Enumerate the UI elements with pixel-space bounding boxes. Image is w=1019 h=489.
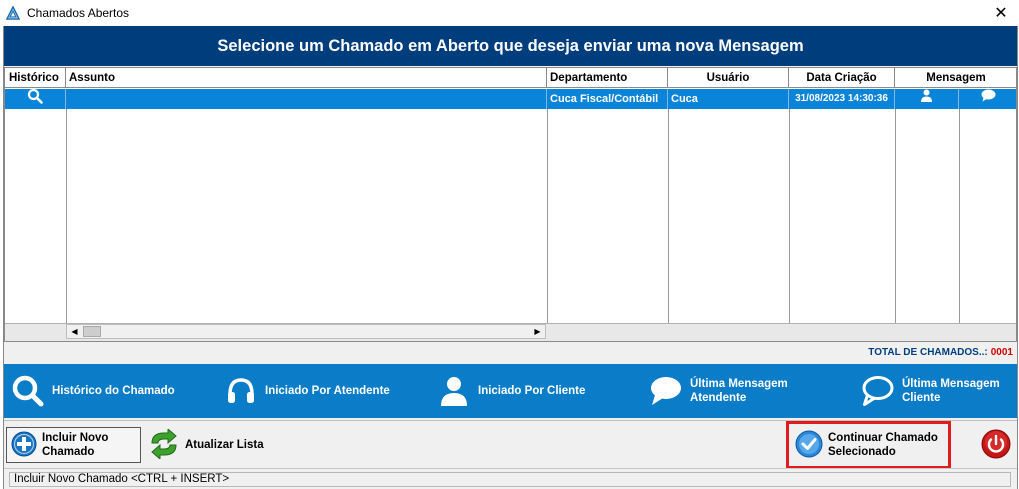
mensagem-cliente-cell (959, 89, 1016, 109)
column-header-departamento[interactable]: Departamento (547, 68, 668, 88)
column-divider (959, 109, 960, 323)
legend-item-ultima-cliente: Última Mensagem Cliente (860, 364, 1000, 418)
legend-label: Última Mensagem Atendente (690, 378, 788, 404)
legend-label: Iniciado Por Cliente (478, 385, 586, 397)
power-icon[interactable] (981, 429, 1011, 462)
legend-label: Histórico do Chamado (52, 385, 175, 397)
usuario-cell: Cuca (668, 89, 789, 109)
legend-item-atendente: Iniciado Por Atendente (223, 364, 390, 418)
refresh-list-button[interactable]: Atualizar Lista (146, 427, 276, 463)
total-tickets: TOTAL DE CHAMADOS..: 0001 (868, 347, 1013, 358)
scroll-left-icon[interactable]: ◀ (67, 325, 82, 338)
legend-item-historico: Histórico do Chamado (10, 364, 175, 418)
status-text: Incluir Novo Chamado <CTRL + INSERT> (9, 472, 1011, 487)
person-icon (436, 373, 472, 409)
legend-item-cliente: Iniciado Por Cliente (436, 364, 585, 418)
historico-cell[interactable] (5, 89, 66, 109)
scroll-right-icon[interactable]: ▶ (530, 325, 545, 338)
legend-label: Iniciado Por Atendente (265, 385, 390, 397)
icon-legend: Histórico do Chamado Iniciado Por Atende… (4, 364, 1017, 418)
tickets-grid[interactable]: Histórico Assunto Departamento Usuário D… (4, 67, 1017, 342)
check-circle-icon (795, 430, 823, 461)
departamento-cell: Cuca Fiscal/Contábil (547, 89, 668, 109)
column-divider (547, 109, 548, 323)
refresh-arrows-icon (148, 427, 180, 462)
column-header-mensagem[interactable]: Mensagem (895, 68, 1016, 88)
refresh-list-label: Atualizar Lista (185, 439, 264, 451)
close-icon[interactable]: ✕ (991, 3, 1011, 23)
search-icon[interactable] (27, 89, 43, 109)
new-ticket-label: Incluir Novo Chamado (42, 432, 109, 458)
column-divider (66, 109, 67, 323)
chat-bubble-filled-icon (648, 373, 684, 409)
assunto-cell (66, 89, 547, 109)
plus-circle-icon (11, 431, 37, 460)
column-header-assunto[interactable]: Assunto (66, 68, 547, 88)
instruction-banner: Selecione um Chamado em Aberto que desej… (4, 26, 1017, 66)
continue-ticket-label: Continuar Chamado Selecionado (828, 432, 938, 458)
window-title: Chamados Abertos (27, 6, 130, 20)
new-ticket-button[interactable]: Incluir Novo Chamado (6, 427, 141, 463)
status-bar: Incluir Novo Chamado <CTRL + INSERT> (4, 468, 1017, 489)
person-icon (920, 89, 933, 109)
chat-bubble-outline-icon (860, 373, 896, 409)
mensagem-atendente-cell (895, 89, 959, 109)
column-header-data-criacao[interactable]: Data Criação (789, 68, 895, 88)
table-row[interactable]: Cuca Fiscal/Contábil Cuca 31/08/2023 14:… (5, 89, 1016, 109)
column-divider (895, 109, 896, 323)
headset-icon (223, 373, 259, 409)
legend-label: Última Mensagem Cliente (902, 378, 1000, 404)
triangle-logo-icon (4, 4, 22, 22)
column-header-usuario[interactable]: Usuário (668, 68, 789, 88)
total-label: TOTAL DE CHAMADOS..: (868, 347, 988, 358)
legend-item-ultima-atendente: Última Mensagem Atendente (648, 364, 788, 418)
continue-ticket-button[interactable]: Continuar Chamado Selecionado (786, 421, 951, 469)
data-criacao-cell: 31/08/2023 14:30:36 (789, 89, 895, 109)
grid-header: Histórico Assunto Departamento Usuário D… (5, 68, 1016, 88)
column-header-historico[interactable]: Histórico (5, 68, 66, 88)
column-divider (668, 109, 669, 323)
horizontal-scrollbar[interactable]: ◀ ▶ (66, 324, 546, 339)
exit-button[interactable] (980, 429, 1012, 461)
search-icon (10, 373, 46, 409)
chat-bubble-icon (981, 89, 996, 109)
scroll-thumb[interactable] (83, 326, 101, 337)
total-count: 0001 (990, 347, 1013, 358)
title-bar: Chamados Abertos ✕ (0, 0, 1019, 26)
column-divider (789, 109, 790, 323)
bottom-toolbar: Incluir Novo Chamado Atualizar Lista Con… (4, 420, 1017, 469)
